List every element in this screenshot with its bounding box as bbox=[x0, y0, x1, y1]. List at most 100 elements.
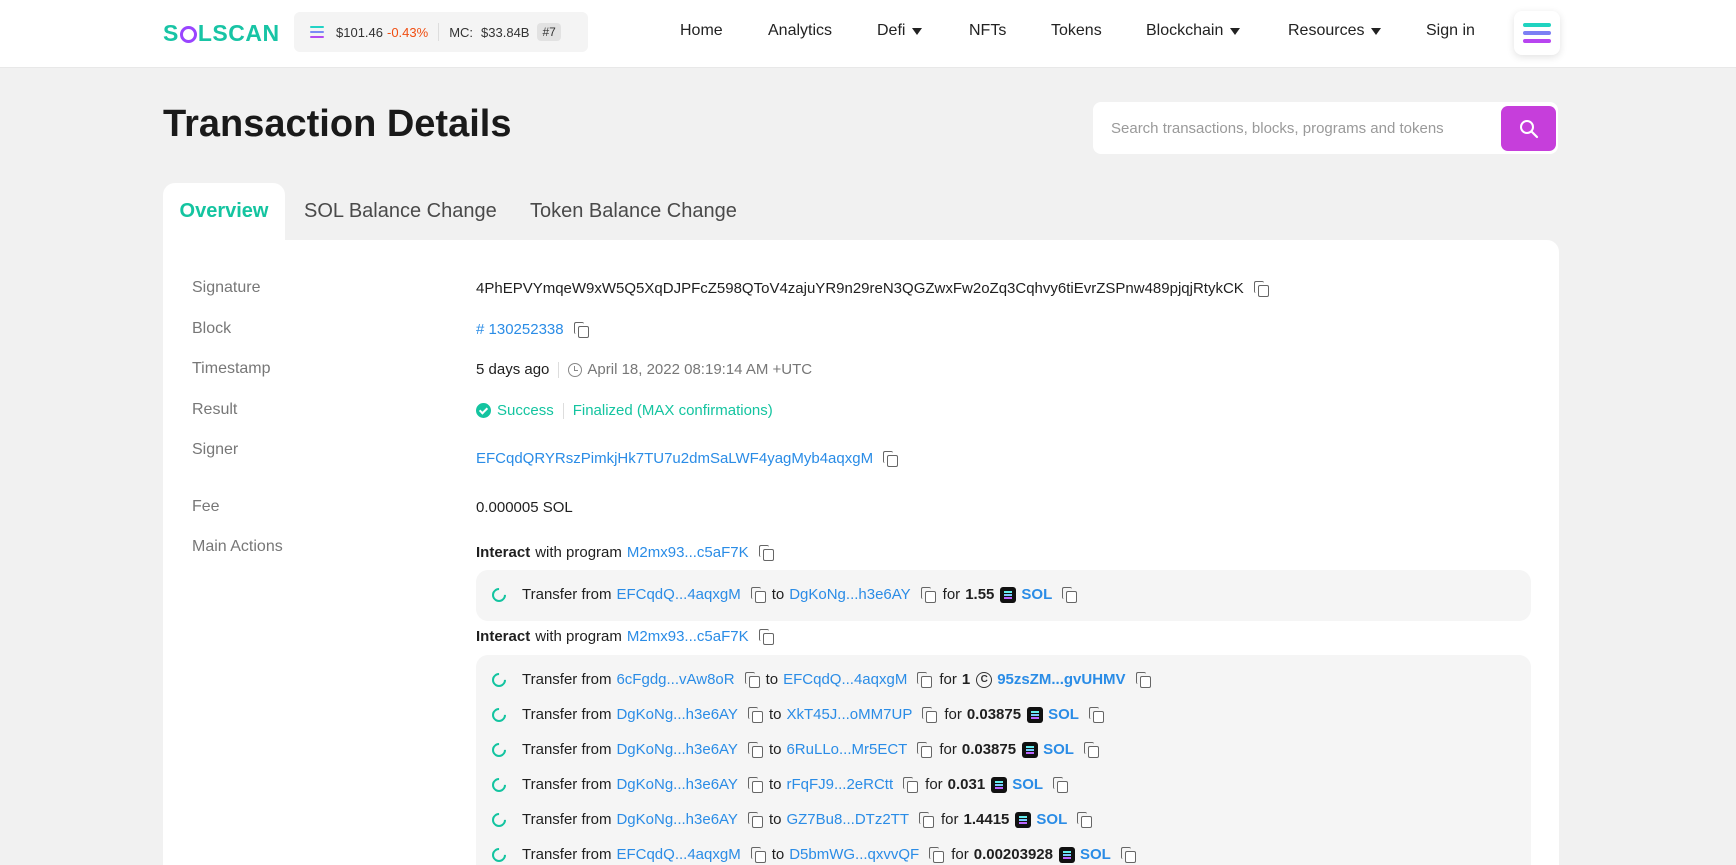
copy-icon[interactable] bbox=[918, 811, 935, 828]
copy-icon[interactable] bbox=[1077, 811, 1093, 828]
for-text: for bbox=[939, 671, 957, 688]
copy-icon[interactable] bbox=[1083, 741, 1100, 758]
result-row: Success Finalized (MAX confirmations) bbox=[476, 402, 773, 419]
to-address-link[interactable]: D5bmWG...qxvvQF bbox=[789, 846, 919, 863]
copy-icon[interactable] bbox=[1253, 280, 1270, 297]
tab-overview[interactable]: Overview bbox=[163, 183, 285, 240]
copy-icon[interactable] bbox=[750, 586, 767, 603]
transfer-icon bbox=[489, 809, 509, 830]
nav-defi[interactable]: Defi bbox=[877, 22, 923, 40]
token-link[interactable]: SOL bbox=[1021, 586, 1052, 603]
to-address-link[interactable]: XkT45J...oMM7UP bbox=[786, 706, 912, 723]
transfer-icon bbox=[489, 704, 509, 725]
token-link[interactable]: SOL bbox=[1012, 776, 1043, 793]
copy-icon[interactable] bbox=[758, 544, 775, 561]
copy-icon[interactable] bbox=[1088, 706, 1105, 723]
to-address-link[interactable]: GZ7Bu8...DTz2TT bbox=[786, 811, 909, 828]
nft-token-icon: C bbox=[976, 671, 993, 688]
network-menu-button[interactable] bbox=[1514, 11, 1560, 55]
from-address-link[interactable]: DgKoNg...h3e6AY bbox=[616, 776, 737, 793]
transfer-amount: 0.00203928 bbox=[973, 846, 1053, 863]
copy-icon[interactable] bbox=[1135, 671, 1152, 688]
copy-icon[interactable] bbox=[922, 706, 938, 723]
copy-icon[interactable] bbox=[883, 450, 899, 467]
from-address-link[interactable]: 6cFgdg...vAw8oR bbox=[616, 671, 734, 688]
from-address-link[interactable]: DgKoNg...h3e6AY bbox=[616, 706, 737, 723]
fee-value: 0.000005 SOL bbox=[476, 499, 573, 516]
token-link[interactable]: SOL bbox=[1036, 811, 1067, 828]
transfer-from-text: Transfer from bbox=[522, 846, 612, 863]
token-link[interactable]: SOL bbox=[1080, 846, 1111, 863]
divider bbox=[562, 402, 564, 419]
tab-token-balance-change[interactable]: Token Balance Change bbox=[530, 183, 737, 240]
nav-blockchain-label: Blockchain bbox=[1146, 22, 1224, 39]
copy-icon[interactable] bbox=[573, 321, 590, 338]
from-address-link[interactable]: DgKoNg...h3e6AY bbox=[616, 741, 737, 758]
copy-icon[interactable] bbox=[758, 628, 775, 645]
nav-home[interactable]: Home bbox=[680, 22, 723, 40]
copy-icon[interactable] bbox=[929, 846, 945, 863]
with-program-text: with program bbox=[535, 628, 622, 645]
nav-analytics[interactable]: Analytics bbox=[768, 22, 832, 40]
nav-tokens[interactable]: Tokens bbox=[1051, 22, 1102, 40]
transfer-from-text: Transfer from bbox=[522, 741, 612, 758]
finalized-status: Finalized (MAX confirmations) bbox=[572, 402, 773, 419]
transfer-icon bbox=[489, 739, 509, 760]
result-status: Success bbox=[497, 402, 554, 419]
program-link[interactable]: M2mx93...c5aF7K bbox=[627, 628, 749, 645]
signature-row: 4PhEPVYmqeW9xW5Q5XqDJPFcZ598QToV4zajuYR9… bbox=[476, 280, 1270, 297]
to-address-link[interactable]: 6RuLLo...Mr5ECT bbox=[786, 741, 907, 758]
nav-resources[interactable]: Resources bbox=[1288, 22, 1382, 40]
divider bbox=[558, 361, 560, 378]
copy-icon[interactable] bbox=[1053, 776, 1069, 793]
sol-token-icon bbox=[1022, 741, 1039, 758]
token-link[interactable]: SOL bbox=[1043, 741, 1074, 758]
signer-link[interactable]: EFCqdQRYRszPimkjHk7TU7u2dmSaLWF4yagMyb4a… bbox=[476, 450, 873, 467]
copy-icon[interactable] bbox=[744, 671, 761, 688]
main-actions-label: Main Actions bbox=[192, 538, 283, 555]
sign-in-link[interactable]: Sign in bbox=[1426, 22, 1475, 40]
copy-icon[interactable] bbox=[920, 586, 937, 603]
block-label: Block bbox=[192, 320, 232, 337]
copy-icon[interactable] bbox=[1062, 586, 1078, 603]
transfer-amount: 0.031 bbox=[947, 776, 986, 793]
token-link[interactable]: SOL bbox=[1048, 706, 1079, 723]
signer-label: Signer bbox=[192, 441, 239, 458]
copy-icon[interactable] bbox=[750, 846, 767, 863]
copy-icon[interactable] bbox=[1120, 846, 1137, 863]
solscan-logo[interactable]: S LSCAN bbox=[163, 20, 280, 47]
block-link[interactable]: # 130252338 bbox=[476, 321, 564, 338]
signature-value: 4PhEPVYmqeW9xW5Q5XqDJPFcZ598QToV4zajuYR9… bbox=[476, 280, 1244, 297]
copy-icon[interactable] bbox=[747, 776, 764, 793]
to-address-link[interactable]: EFCqdQ...4aqxgM bbox=[783, 671, 907, 688]
nav-blockchain[interactable]: Blockchain bbox=[1146, 22, 1241, 40]
search-button[interactable] bbox=[1501, 106, 1556, 151]
transfer-group: Transfer from 6cFgdg...vAw8oR to EFCqdQ.… bbox=[476, 655, 1531, 865]
menu-bar-icon bbox=[1523, 23, 1551, 27]
from-address-link[interactable]: EFCqdQ...4aqxgM bbox=[616, 846, 740, 863]
search-input[interactable] bbox=[1093, 102, 1493, 154]
copy-icon[interactable] bbox=[747, 811, 764, 828]
copy-icon[interactable] bbox=[747, 706, 764, 723]
from-address-link[interactable]: DgKoNg...h3e6AY bbox=[616, 811, 737, 828]
from-address-link[interactable]: EFCqdQ...4aqxgM bbox=[616, 586, 740, 603]
caret-down-icon bbox=[912, 27, 923, 35]
to-address-link[interactable]: rFqFJ9...2eRCtt bbox=[786, 776, 893, 793]
sol-token-icon bbox=[1015, 811, 1032, 828]
copy-icon[interactable] bbox=[917, 741, 933, 758]
nav-nfts[interactable]: NFTs bbox=[969, 22, 1006, 40]
logo-text-start: S bbox=[163, 20, 179, 46]
timestamp-label: Timestamp bbox=[192, 360, 271, 377]
to-address-link[interactable]: DgKoNg...h3e6AY bbox=[789, 586, 910, 603]
divider bbox=[438, 23, 440, 41]
tab-sol-balance-change[interactable]: SOL Balance Change bbox=[304, 183, 497, 240]
copy-icon[interactable] bbox=[917, 671, 933, 688]
transfer-icon bbox=[489, 774, 509, 795]
program-link[interactable]: M2mx93...c5aF7K bbox=[627, 544, 749, 561]
token-link[interactable]: 95zsZM...gvUHMV bbox=[997, 671, 1125, 688]
nav-resources-label: Resources bbox=[1288, 22, 1365, 39]
copy-icon[interactable] bbox=[903, 776, 919, 793]
copy-icon[interactable] bbox=[747, 741, 764, 758]
interact-word: Interact bbox=[476, 628, 531, 645]
for-text: for bbox=[951, 846, 969, 863]
